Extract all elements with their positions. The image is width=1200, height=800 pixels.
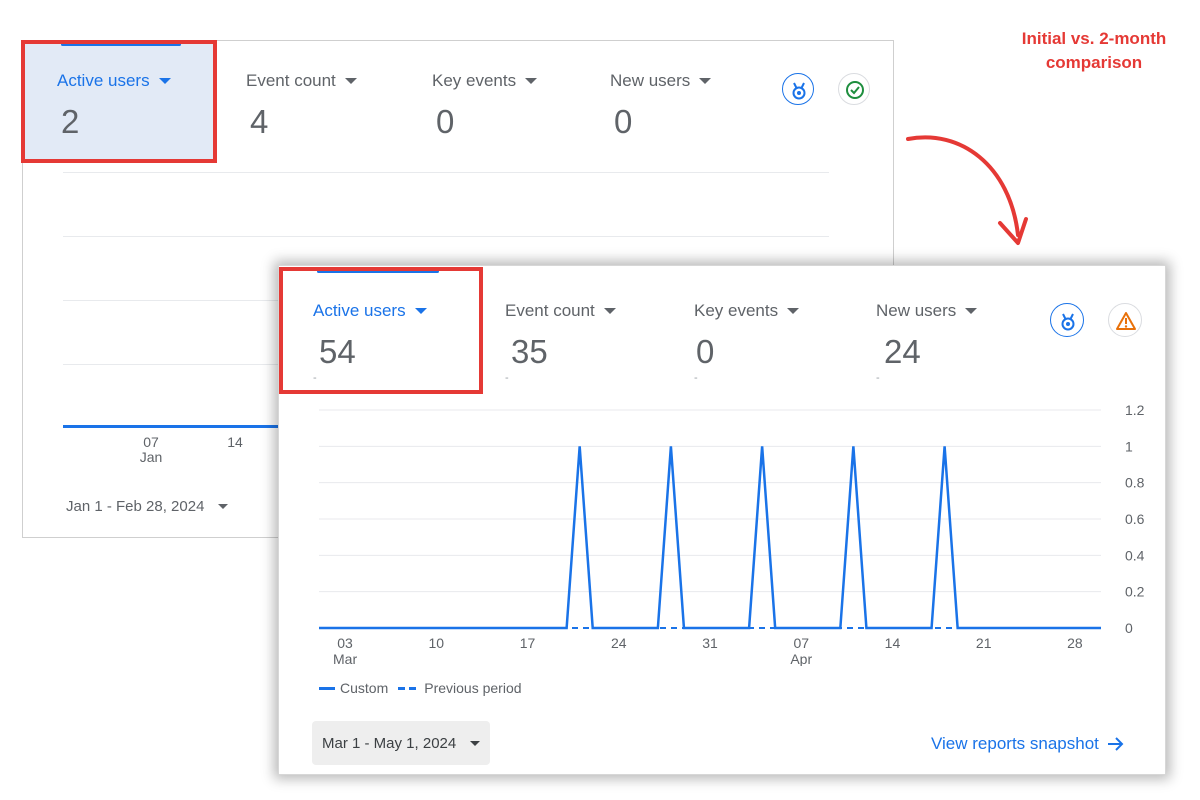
x-tick-label: 07 — [793, 635, 809, 651]
view-link-label: View reports snapshot — [931, 734, 1099, 753]
y-tick-label: 0.2 — [1125, 584, 1145, 600]
y-tick-label: 0.6 — [1125, 511, 1145, 527]
legend-item-custom: Custom — [319, 680, 388, 696]
highlight-box — [279, 267, 483, 394]
series-line-custom — [63, 425, 283, 428]
x-tick-label: 17 — [520, 635, 536, 651]
arrow-right-icon — [1107, 737, 1124, 751]
legend-swatch-dashed — [398, 686, 417, 690]
x-tick-label: 31 — [702, 635, 718, 651]
dropdown-caret-icon[interactable] — [965, 308, 978, 314]
comparison-placeholder: - — [505, 372, 509, 384]
metric-label: Event count — [505, 301, 595, 320]
comparison-placeholder: - — [694, 372, 698, 384]
y-tick-label: 1.2 — [1125, 402, 1145, 418]
dropdown-caret-icon[interactable] — [525, 78, 538, 84]
x-tick-label: 21 — [976, 635, 992, 651]
comparison-annotation: Initial vs. 2-month comparison — [1021, 29, 1167, 72]
y-tick-label: 0.8 — [1125, 475, 1145, 491]
x-tick-month-label: Mar — [333, 651, 357, 666]
metric-value: 0 — [436, 103, 455, 140]
date-range-label: Jan 1 - Feb 28, 2024 — [66, 498, 205, 515]
metric-label: Key events — [694, 301, 779, 320]
y-tick-label: 0 — [1125, 620, 1133, 636]
metric-label: Key events — [432, 71, 517, 90]
dropdown-caret-icon — [470, 740, 481, 746]
chart-legend: Custom Previous period — [319, 680, 532, 696]
y-tick-label: 0.4 — [1125, 547, 1145, 563]
dropdown-caret-icon[interactable] — [699, 78, 712, 84]
x-tick-label: 07 Jan — [139, 434, 163, 465]
x-tick-label: 03 — [337, 635, 353, 651]
date-range-selector[interactable]: Mar 1 - May 1, 2024 — [312, 721, 491, 765]
date-range-selector[interactable]: Jan 1 - Feb 28, 2024 — [66, 498, 229, 515]
comparison-placeholder: - — [876, 372, 880, 384]
metric-key-events[interactable]: Key events 0 — [432, 71, 538, 141]
metric-label: New users — [876, 301, 957, 320]
metric-value: 0 — [696, 333, 715, 370]
insights-badge-icon[interactable] — [1050, 303, 1084, 337]
legend-item-previous-period: Previous period — [398, 680, 522, 696]
warning-icon[interactable] — [1108, 303, 1142, 337]
view-reports-snapshot-link[interactable]: View reports snapshot — [931, 734, 1127, 754]
legend-label: Custom — [340, 680, 389, 696]
x-tick-label: 14 — [885, 635, 901, 651]
y-tick-label: 1 — [1125, 438, 1133, 454]
active-users-line-chart: 1.2 1 0.8 0.6 0.4 0.2 0 03Mar 10 17 24 31 07Apr 14 21 2… — [319, 402, 1145, 666]
series-line-custom — [319, 446, 1101, 630]
x-tick-label: 28 — [1067, 635, 1083, 651]
legend-label: Previous period — [424, 680, 522, 696]
legend-swatch-solid — [319, 686, 335, 690]
dropdown-caret-icon[interactable] — [787, 308, 800, 314]
x-tick-month-label: Apr — [790, 651, 812, 666]
insights-badge-icon[interactable] — [782, 73, 814, 105]
metric-event-count[interactable]: Event count 4 — [246, 71, 357, 141]
x-tick-label: 14 — [227, 434, 243, 450]
curved-arrow-icon — [906, 135, 1028, 245]
metric-new-users[interactable]: New users 0 — [610, 71, 712, 141]
gridline — [63, 236, 829, 237]
metric-event-count[interactable]: Event count 35 — [505, 301, 616, 371]
metric-value: 4 — [250, 103, 269, 140]
gridline — [63, 172, 829, 173]
check-circle-icon[interactable] — [838, 73, 870, 105]
metric-label: Event count — [246, 71, 336, 90]
metric-value: 24 — [884, 333, 921, 370]
x-tick-label: 24 — [611, 635, 627, 651]
date-range-label: Mar 1 - May 1, 2024 — [322, 734, 457, 752]
x-tick-label: 10 — [429, 635, 445, 651]
metric-value: 35 — [511, 333, 548, 370]
highlight-box — [21, 40, 217, 163]
dropdown-caret-icon — [218, 504, 229, 509]
metric-label: New users — [610, 71, 691, 90]
metric-value: 0 — [614, 103, 633, 140]
dropdown-caret-icon[interactable] — [344, 78, 357, 84]
dropdown-caret-icon[interactable] — [603, 308, 616, 314]
metric-new-users[interactable]: New users 24 — [876, 301, 978, 371]
metric-key-events[interactable]: Key events 0 — [694, 301, 800, 371]
